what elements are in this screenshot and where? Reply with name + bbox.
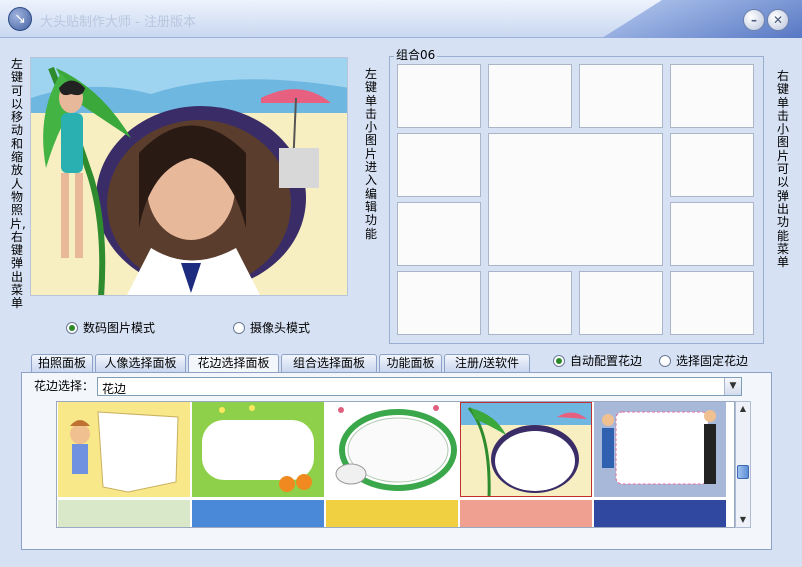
- radio-label: 摄像头模式: [250, 321, 311, 335]
- radio-dot-icon: [233, 321, 245, 334]
- group-legend: 组合06: [394, 48, 438, 62]
- thumbnail-image: [58, 402, 190, 497]
- tab-camera-panel[interactable]: 拍照面板: [31, 354, 93, 372]
- minimize-button[interactable]: –: [743, 9, 765, 31]
- border-thumbnail[interactable]: [326, 500, 458, 527]
- radio-label: 自动配置花边: [570, 354, 643, 368]
- app-icon[interactable]: ↘: [8, 7, 32, 31]
- thumbnail-image: [192, 402, 324, 497]
- group-cell[interactable]: [670, 271, 754, 335]
- scroll-thumb[interactable]: [737, 465, 749, 479]
- hint-right: 右键单击小图片可以弹出功能菜单: [776, 69, 789, 270]
- group-cell[interactable]: [397, 133, 481, 197]
- group-cell[interactable]: [670, 202, 754, 266]
- group-cell[interactable]: [488, 64, 572, 128]
- window-title: 大头贴制作大师 - 注册版本: [40, 15, 196, 30]
- radio-camera-mode[interactable]: 摄像头模式: [233, 319, 310, 336]
- thumbnail-list: [56, 401, 735, 528]
- radio-digital-mode[interactable]: 数码图片模式: [66, 319, 155, 336]
- hint-middle: 左键单击小图片进入编辑功能: [364, 67, 377, 241]
- border-select-label: 花边选择：: [34, 379, 95, 393]
- radio-auto-border[interactable]: 自动配置花边: [553, 352, 642, 369]
- border-thumbnail-selected[interactable]: [460, 402, 592, 497]
- group-cell[interactable]: [397, 202, 481, 266]
- border-thumbnail[interactable]: [460, 500, 592, 527]
- border-thumbnail[interactable]: [192, 402, 324, 497]
- group-cell[interactable]: [488, 271, 572, 335]
- radio-dot-icon: [66, 321, 78, 334]
- thumbnail-scrollbar[interactable]: ▲ ▼: [735, 401, 751, 528]
- radio-label: 选择固定花边: [676, 354, 749, 368]
- border-thumbnail[interactable]: [58, 500, 190, 527]
- border-thumbnail[interactable]: [594, 402, 726, 497]
- group-cell[interactable]: [397, 64, 481, 128]
- close-button[interactable]: ✕: [767, 9, 789, 31]
- title-bar: ↘ 大头贴制作大师 - 注册版本 – ✕: [0, 0, 802, 38]
- border-select-value: 花边: [102, 382, 127, 396]
- border-thumbnail[interactable]: [192, 500, 324, 527]
- group-cell[interactable]: [397, 271, 481, 335]
- tab-function-panel[interactable]: 功能面板: [379, 354, 442, 372]
- photo-illustration: [31, 58, 347, 295]
- group-cell[interactable]: [670, 64, 754, 128]
- tab-group-panel[interactable]: 组合选择面板: [281, 354, 377, 372]
- tab-portrait-panel[interactable]: 人像选择面板: [95, 354, 186, 372]
- tab-border-panel[interactable]: 花边选择面板: [188, 354, 279, 372]
- tab-register-panel[interactable]: 注册/送软件: [444, 354, 530, 372]
- border-thumbnail[interactable]: [326, 402, 458, 497]
- border-select[interactable]: 花边 ▼: [97, 377, 742, 396]
- group-cell-large[interactable]: [488, 133, 663, 266]
- radio-dot-icon: [553, 354, 565, 367]
- arrow-down-icon[interactable]: ▼: [736, 513, 750, 527]
- border-thumbnail[interactable]: [58, 402, 190, 497]
- arrow-up-icon[interactable]: ▲: [736, 402, 750, 416]
- chevron-down-icon[interactable]: ▼: [724, 378, 741, 395]
- group-cell[interactable]: [670, 133, 754, 197]
- group-cell[interactable]: [579, 271, 663, 335]
- radio-label: 数码图片模式: [83, 321, 156, 335]
- border-thumbnail[interactable]: [594, 500, 726, 527]
- photo-preview[interactable]: [30, 57, 348, 296]
- hint-left: 左键可以移动和缩放人物照片,右键弹出菜单: [10, 57, 26, 311]
- thumbnail-image: [594, 402, 726, 497]
- group-cell[interactable]: [579, 64, 663, 128]
- radio-fixed-border[interactable]: 选择固定花边: [659, 352, 748, 369]
- thumbnail-image: [326, 402, 458, 497]
- radio-dot-icon: [659, 354, 671, 367]
- thumbnail-image: [461, 403, 591, 496]
